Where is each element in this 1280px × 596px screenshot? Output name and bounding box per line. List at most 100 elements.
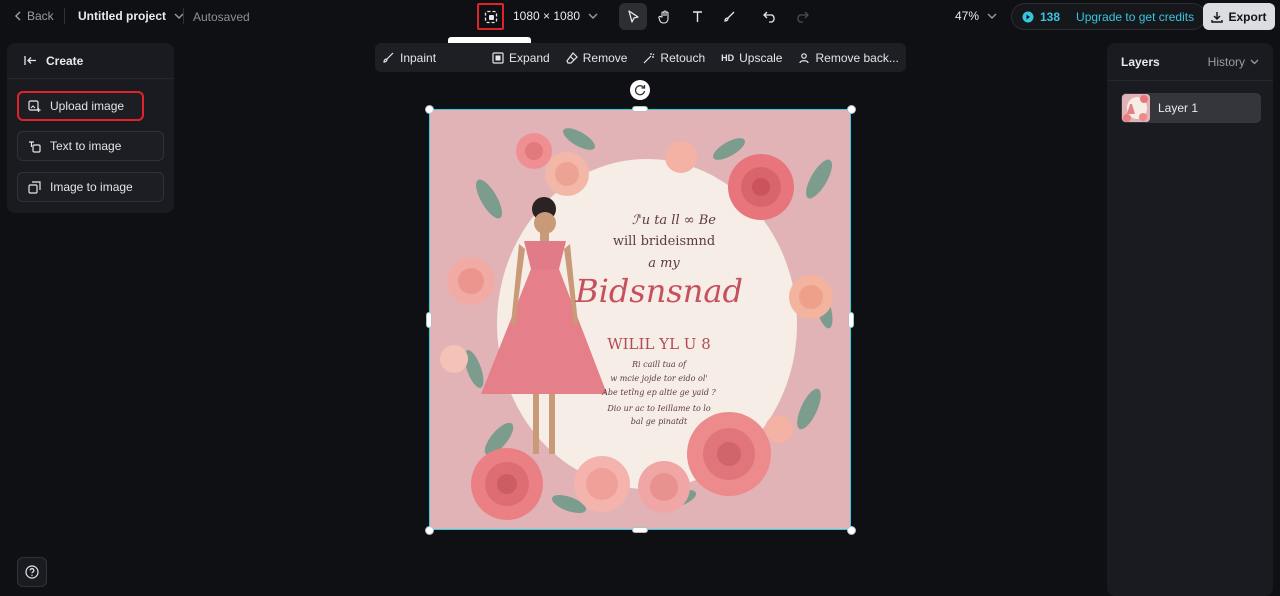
chevron-down-icon <box>588 13 598 19</box>
history-label: History <box>1207 54 1245 69</box>
canvas-artboard[interactable]: ℐ'u ta ll ∞ Be will bridеismnd a my Bids… <box>429 109 851 530</box>
layer-thumbnail-image <box>1122 94 1150 122</box>
bridesmaid-card-illustration <box>429 109 851 530</box>
top-bar: Back Untitled project Autosaved 1080 × 1… <box>0 0 1280 33</box>
download-icon <box>1211 11 1224 23</box>
rotate-handle[interactable] <box>630 80 650 100</box>
divider <box>64 8 65 24</box>
layer-thumbnail <box>1122 94 1150 122</box>
inpaint-label: Inpaint <box>400 50 437 65</box>
retouch-button[interactable]: Retouch <box>643 51 705 65</box>
image-to-image-button[interactable]: Image to image <box>17 172 164 202</box>
fit-to-content-button[interactable] <box>477 3 504 30</box>
back-label: Back <box>27 9 54 23</box>
text-to-image-label: Text to image <box>50 139 122 153</box>
remove-background-label: Remove back... <box>815 50 899 65</box>
resize-handle-top-right[interactable] <box>847 105 856 114</box>
card-small-5: bal ge pinatdt <box>630 417 688 426</box>
credits-coin-icon <box>1022 11 1034 22</box>
layer-name: Layer 1 <box>1158 101 1199 115</box>
divider <box>183 8 184 24</box>
card-line-2: will bridеismnd <box>612 234 716 249</box>
help-icon <box>25 565 39 579</box>
back-button[interactable]: Back <box>14 9 54 23</box>
text-to-image-button[interactable]: Text to image <box>17 131 164 161</box>
card-heading: WILIL YL U 8 <box>607 335 711 353</box>
card-small-2: w mcie jojde tor eido ol' <box>610 374 708 383</box>
autosave-status: Autosaved <box>193 10 250 24</box>
export-label: Export <box>1228 9 1267 24</box>
resize-handle-right[interactable] <box>848 312 854 328</box>
upscale-label: Upscale <box>739 50 783 65</box>
card-line-1: ℐ'u ta ll ∞ Be <box>632 213 716 228</box>
brush-tool-button[interactable] <box>715 3 743 30</box>
export-button[interactable]: Export <box>1203 3 1275 30</box>
undo-icon <box>763 11 775 23</box>
text-tool-button[interactable] <box>683 3 711 30</box>
layers-tab[interactable]: Layers <box>1121 55 1160 69</box>
hand-icon <box>658 9 669 24</box>
edit-toolbar: Inpaint Expand Remove Retouch HD Upscale… <box>375 43 906 72</box>
image-to-image-icon <box>28 180 41 194</box>
layers-panel: Layers History Layer 1 <box>1107 43 1273 596</box>
card-line-3: a my <box>648 256 680 271</box>
upload-image-button[interactable]: Upload image <box>17 91 144 121</box>
help-button[interactable] <box>17 557 47 587</box>
resize-handle-top[interactable] <box>632 106 648 112</box>
card-small-3: Abe tetlng ep altie ge yaid ? <box>602 388 716 397</box>
project-name: Untitled project <box>78 9 167 23</box>
tool-group <box>619 3 743 30</box>
history-dropdown[interactable]: History <box>1208 55 1259 69</box>
eraser-icon <box>566 51 578 64</box>
resize-handle-top-left[interactable] <box>425 105 434 114</box>
create-panel: Create Upload image Text to image Image … <box>7 43 174 213</box>
layers-panel-header: Layers History <box>1107 43 1273 81</box>
brush-icon <box>723 11 734 22</box>
layer-item[interactable]: Layer 1 <box>1121 93 1261 123</box>
chevron-down-icon <box>1250 59 1259 64</box>
cursor-icon <box>627 9 639 23</box>
retouch-label: Retouch <box>660 50 706 65</box>
retouch-icon <box>643 52 655 63</box>
text-to-image-icon <box>29 140 41 153</box>
expand-label: Expand <box>509 50 550 65</box>
upload-image-icon <box>28 99 41 112</box>
collapse-left-icon <box>24 56 36 65</box>
undo-button[interactable] <box>756 3 784 30</box>
redo-icon <box>797 11 809 23</box>
upgrade-label: Upgrade to get credits <box>1076 9 1195 24</box>
card-small-4: Dio ur ac to Ieillame to lo <box>607 404 711 413</box>
text-icon <box>692 11 702 22</box>
upscale-button[interactable]: HD Upscale <box>721 51 782 65</box>
resize-handle-bottom-left[interactable] <box>425 526 434 535</box>
inpaint-icon <box>383 52 394 63</box>
create-panel-title: Create <box>46 53 84 68</box>
project-name-dropdown[interactable]: Untitled project <box>78 9 184 23</box>
zoom-dropdown[interactable]: 47% <box>955 9 997 23</box>
credits-upgrade-button[interactable]: 138 Upgrade to get credits <box>1011 3 1207 30</box>
image-to-image-label: Image to image <box>50 180 133 194</box>
create-panel-header[interactable]: Create <box>7 43 174 79</box>
chevron-down-icon <box>987 13 997 19</box>
select-tool-button[interactable] <box>619 3 647 30</box>
history-controls <box>756 3 816 30</box>
hand-tool-button[interactable] <box>651 3 679 30</box>
remove-background-button[interactable]: Remove back... <box>798 50 899 65</box>
card-small-1: Ri caill tua of <box>631 360 687 369</box>
rotate-icon <box>634 85 646 96</box>
remove-button[interactable]: Remove <box>566 50 628 65</box>
expand-button[interactable]: Expand <box>492 51 550 65</box>
canvas-size-dropdown[interactable]: 1080 × 1080 <box>513 9 598 23</box>
card-script-title: Bidsnsnad <box>575 272 743 310</box>
resize-handle-bottom-right[interactable] <box>847 526 856 535</box>
expand-icon <box>492 51 504 64</box>
resize-handle-left[interactable] <box>426 312 432 328</box>
zoom-value: 47% <box>955 9 980 23</box>
redo-button[interactable] <box>788 3 816 30</box>
inpaint-button[interactable]: Inpaint <box>383 51 436 65</box>
resize-handle-bottom[interactable] <box>632 527 648 533</box>
chevron-left-icon <box>14 11 21 21</box>
remove-label: Remove <box>582 50 628 65</box>
upload-image-label: Upload image <box>50 99 125 113</box>
remove-background-icon <box>799 52 810 63</box>
